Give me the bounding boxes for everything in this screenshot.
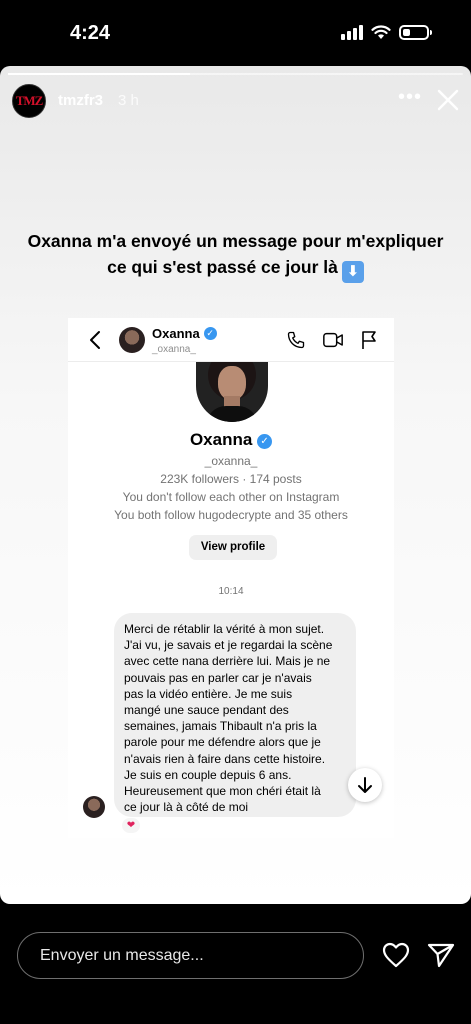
- dm-header: Oxanna ✓ _oxanna_: [68, 318, 394, 362]
- reply-bar: [0, 904, 471, 1024]
- message-line: pas la vidéo entière. Je me suis: [124, 686, 293, 701]
- close-icon[interactable]: [436, 88, 460, 112]
- status-bar: 4:24: [0, 0, 471, 66]
- message-line: ce jour là à côté de moi: [124, 800, 249, 815]
- heart-reaction-icon: ❤: [122, 818, 140, 833]
- dm-message-timestamp: 10:14: [218, 586, 244, 597]
- story-time-ago: 3 h: [118, 92, 139, 109]
- heart-icon[interactable]: [382, 942, 410, 968]
- message-line: semaines, jamais Thibault n'a pris la: [124, 719, 317, 734]
- battery-icon: [399, 24, 432, 40]
- dm-profile-stats: 223K followers · 174 posts: [160, 472, 302, 486]
- story-caption-text: Oxanna m'a envoyé un message pour m'expl…: [27, 231, 444, 277]
- message-line: mangé une sauce pendant des: [124, 703, 289, 718]
- more-options-icon[interactable]: •••: [398, 86, 422, 109]
- wifi-icon: [371, 24, 391, 39]
- story-header: TMZ tmzfr3 3 h •••: [12, 84, 462, 120]
- message-line: J'ai vu, je savais et je regardai la scè…: [124, 638, 333, 653]
- dm-header-name-text: Oxanna: [152, 326, 200, 341]
- message-line: Merci de rétablir la vérité à mon sujet.: [124, 622, 325, 636]
- message-line: parole pour me défendre alors que je: [124, 735, 321, 750]
- message-line: Heureusement que mon chéri était là: [124, 784, 321, 799]
- phone-icon: [287, 331, 305, 349]
- dm-mutual-follows: You both follow hugodecrypte and 35 othe…: [114, 508, 348, 522]
- message-line: pouvais pas en parler car je n'avais: [124, 670, 312, 685]
- arrow-down-emoji-icon: ⬇: [341, 261, 364, 283]
- status-icons: [341, 24, 432, 40]
- story-viewer[interactable]: TMZ tmzfr3 3 h ••• Oxanna m'a envoyé un …: [0, 66, 471, 904]
- dm-profile-name-text: Oxanna: [189, 430, 253, 449]
- story-author-avatar[interactable]: TMZ: [12, 84, 46, 118]
- dm-header-avatar: [119, 327, 145, 353]
- verified-badge-icon: ✓: [203, 327, 217, 340]
- message-line: Je suis en couple depuis 6 ans.: [124, 767, 292, 782]
- dm-follow-status: You don't follow each other on Instagram: [122, 490, 340, 504]
- story-author-username[interactable]: tmzfr3: [58, 92, 103, 109]
- message-line: n'avais rien à faire dans cette histoire…: [124, 751, 326, 766]
- message-reply-input[interactable]: [17, 932, 364, 979]
- dm-profile-handle: _oxanna_: [204, 454, 258, 468]
- dm-sender-avatar: [83, 796, 105, 818]
- verified-badge-icon: ✓: [257, 434, 273, 449]
- scroll-down-button: [348, 768, 382, 802]
- cellular-signal-icon: [341, 24, 363, 40]
- arrow-down-icon: [358, 777, 372, 793]
- flag-icon: [362, 331, 376, 349]
- dm-screenshot: Oxanna ✓ _oxanna_ Oxanna ✓ _oxanna_ 223K…: [68, 318, 394, 838]
- dm-header-handle: _oxanna_: [152, 344, 196, 355]
- message-line: avec cette nana derrière lui. Mais je ne: [124, 654, 331, 669]
- chevron-left-icon: [90, 331, 100, 349]
- view-profile-button: View profile: [189, 535, 277, 560]
- dm-profile-name: Oxanna ✓: [68, 430, 394, 450]
- dm-message-bubble: Merci de rétablir la vérité à mon sujet.…: [114, 613, 356, 817]
- send-icon[interactable]: [427, 942, 455, 968]
- dm-header-name: Oxanna ✓: [152, 326, 217, 341]
- dm-profile-picture: [196, 362, 268, 422]
- status-time: 4:24: [70, 22, 111, 44]
- video-camera-icon: [323, 332, 343, 348]
- story-caption: Oxanna m'a envoyé un message pour m'expl…: [20, 228, 451, 283]
- story-progress-bar: [8, 73, 463, 75]
